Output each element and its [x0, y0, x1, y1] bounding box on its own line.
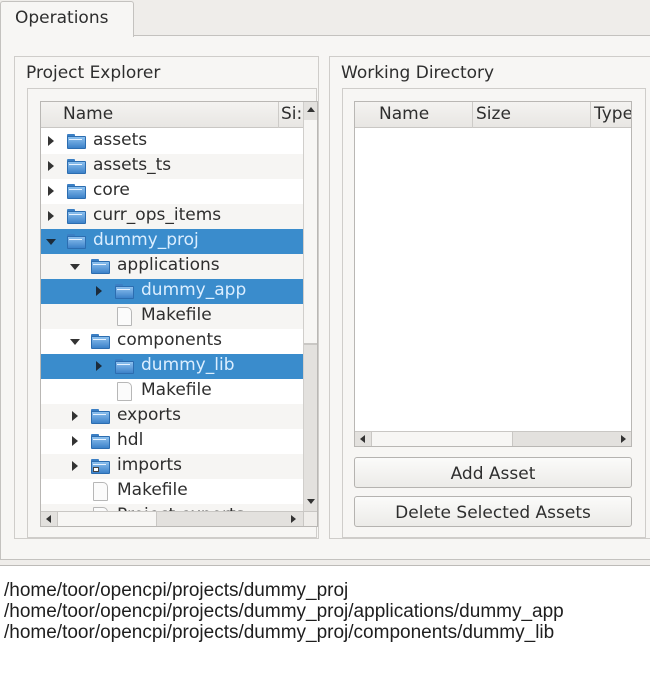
- tree-horizontal-scrollbar[interactable]: [41, 511, 303, 526]
- tree-row-label: dummy_app: [141, 280, 247, 300]
- tree-row-label: curr_ops_items: [93, 205, 222, 225]
- wd-header-size[interactable]: Size: [473, 102, 591, 128]
- tree-row-label: applications: [117, 255, 220, 275]
- tree-row[interactable]: hdl: [41, 429, 303, 454]
- working-directory-title: Working Directory: [341, 63, 495, 83]
- wd-header: Name Size Type: [355, 102, 631, 128]
- expand-arrow-down-icon[interactable]: [46, 239, 56, 245]
- tree-row[interactable]: assets_ts: [41, 154, 303, 179]
- tree-header: Name Si:: [41, 102, 303, 128]
- expand-arrow-down-icon[interactable]: [70, 264, 80, 270]
- folder-icon: [91, 409, 110, 424]
- wd-horizontal-scroll-handle[interactable]: [371, 432, 513, 446]
- tree-vertical-scroll-handle[interactable]: [304, 344, 317, 496]
- tree-row[interactable]: exports: [41, 404, 303, 429]
- scroll-left-icon[interactable]: [46, 515, 51, 523]
- expand-arrow-right-icon[interactable]: [48, 136, 54, 146]
- tree-row[interactable]: curr_ops_items: [41, 204, 303, 229]
- wd-horizontal-scrollbar[interactable]: [355, 431, 631, 446]
- tree-row-label: Makefile: [141, 305, 212, 325]
- tree-row-label: assets: [93, 130, 148, 150]
- folder-icon: [67, 134, 86, 149]
- project-explorer-title: Project Explorer: [26, 63, 161, 83]
- expand-arrow-right-icon[interactable]: [48, 186, 54, 196]
- tree-row-label: hdl: [117, 430, 144, 450]
- folder-icon: [67, 234, 86, 249]
- wd-header-type[interactable]: Type: [591, 102, 631, 128]
- tree-row[interactable]: assets: [41, 129, 303, 154]
- tree-row[interactable]: core: [41, 179, 303, 204]
- expand-arrow-right-icon[interactable]: [96, 286, 102, 296]
- folder-icon: [67, 184, 86, 199]
- tree-row-label: dummy_proj: [93, 230, 199, 250]
- tab-operations[interactable]: Operations: [0, 1, 134, 37]
- folder-icon: [91, 334, 110, 349]
- tree-row-label: components: [117, 330, 223, 350]
- output-line: /home/toor/opencpi/projects/dummy_proj/a…: [4, 601, 564, 622]
- tree-row[interactable]: dummy_proj: [41, 229, 303, 254]
- tree-row-label: dummy_lib: [141, 355, 235, 375]
- tree-vertical-scrollbar[interactable]: [303, 102, 317, 511]
- folder-icon: [91, 434, 110, 449]
- folder-icon: [115, 284, 134, 299]
- expand-arrow-right-icon[interactable]: [48, 211, 54, 221]
- scroll-down-icon[interactable]: [307, 499, 315, 504]
- folder-icon: [115, 359, 134, 374]
- scroll-left-icon[interactable]: [360, 435, 365, 443]
- tree-row-label: exports: [117, 405, 181, 425]
- expand-arrow-right-icon[interactable]: [48, 161, 54, 171]
- expand-arrow-right-icon[interactable]: [72, 461, 78, 471]
- tree-row[interactable]: applications: [41, 254, 303, 279]
- tree-row[interactable]: components: [41, 329, 303, 354]
- tree-row[interactable]: Makefile: [41, 379, 303, 404]
- tree-row[interactable]: dummy_app: [41, 279, 303, 304]
- expand-arrow-right-icon[interactable]: [72, 436, 78, 446]
- folder-link-icon: [91, 459, 110, 474]
- tree-row-label: Makefile: [117, 480, 188, 500]
- working-directory-table[interactable]: Name Size Type: [354, 101, 632, 447]
- scroll-right-icon[interactable]: [291, 515, 296, 523]
- tree-header-name[interactable]: Name: [41, 102, 279, 128]
- tree-horizontal-scroll-handle[interactable]: [57, 512, 157, 526]
- expand-arrow-down-icon[interactable]: [70, 339, 80, 345]
- project-tree[interactable]: Name Si: assets assets_tscore curr_ops_ite…: [40, 101, 318, 527]
- folder-icon: [67, 209, 86, 224]
- folder-icon: [67, 159, 86, 174]
- tree-row[interactable]: Makefile: [41, 304, 303, 329]
- scroll-right-icon[interactable]: [621, 435, 626, 443]
- output-text-area[interactable]: /home/toor/opencpi/projects/dummy_proj /…: [0, 565, 650, 685]
- tree-row[interactable]: dummy_lib: [41, 354, 303, 379]
- tree-row-label: core: [93, 180, 130, 200]
- tree-row-label: Makefile: [141, 380, 212, 400]
- tree-row-label: assets_ts: [93, 155, 172, 175]
- tree-rows: assets assets_tscore curr_ops_items dummy_p…: [41, 129, 303, 526]
- file-icon: [117, 307, 132, 326]
- expand-arrow-right-icon[interactable]: [72, 411, 78, 421]
- tree-row-label: imports: [117, 455, 182, 475]
- tree-vertical-scroll-track-upper: [304, 120, 317, 344]
- file-icon: [93, 482, 108, 501]
- output-line: /home/toor/opencpi/projects/dummy_proj/c…: [4, 622, 555, 643]
- expand-arrow-right-icon[interactable]: [96, 361, 102, 371]
- tab-operations-label: Operations: [15, 8, 109, 28]
- tree-row[interactable]: imports: [41, 454, 303, 479]
- tab-bar: Operations: [0, 0, 650, 37]
- add-asset-button[interactable]: Add Asset: [354, 457, 632, 488]
- tree-header-size[interactable]: Si:: [279, 102, 303, 128]
- wd-header-name[interactable]: Name: [355, 102, 473, 128]
- folder-icon: [91, 259, 110, 274]
- scroll-up-icon[interactable]: [307, 107, 315, 112]
- file-icon: [117, 382, 132, 401]
- output-line: /home/toor/opencpi/projects/dummy_proj: [4, 580, 349, 601]
- scroll-corner: [303, 511, 317, 526]
- delete-selected-assets-button[interactable]: Delete Selected Assets: [354, 496, 632, 527]
- tree-row[interactable]: Makefile: [41, 479, 303, 504]
